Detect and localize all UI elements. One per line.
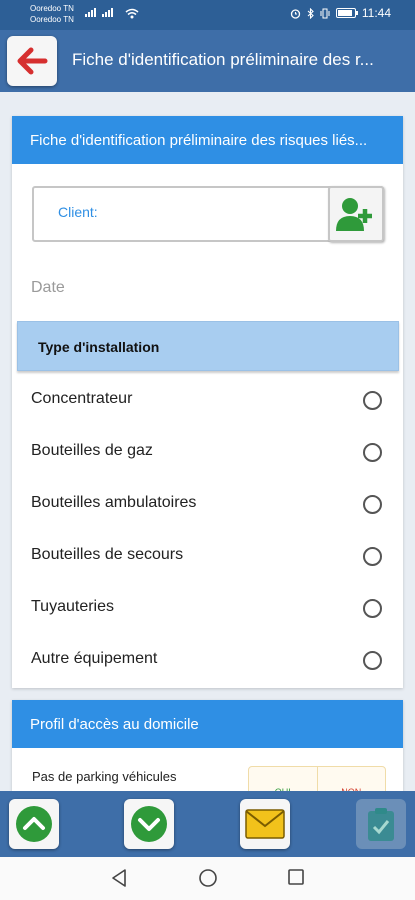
option-concentrateur[interactable]: Concentrateur (12, 376, 403, 428)
bluetooth-icon (307, 7, 314, 19)
carrier-names: Ooredoo TN Ooredoo TN (30, 3, 74, 25)
nav-recents-icon[interactable] (287, 868, 305, 886)
app-bar: Fiche d'identification préliminaire des … (0, 30, 415, 92)
bottom-toolbar (0, 791, 415, 857)
client-label: Client: (58, 204, 98, 220)
nav-home-icon[interactable] (198, 868, 218, 888)
option-autre-equipement[interactable]: Autre équipement (12, 636, 403, 688)
no-option[interactable]: NON (318, 767, 386, 791)
nav-back-icon[interactable] (110, 868, 128, 888)
validate-button[interactable] (356, 799, 406, 849)
arrow-left-icon (17, 47, 48, 75)
option-bouteilles-de-gaz[interactable]: Bouteilles de gaz (12, 428, 403, 480)
option-label: Bouteilles ambulatoires (31, 494, 197, 511)
alarm-icon (290, 8, 301, 19)
option-label: Bouteilles de gaz (31, 442, 153, 459)
radio-button[interactable] (363, 495, 382, 514)
date-field[interactable]: Date (31, 279, 65, 297)
chevron-down-icon (131, 806, 167, 842)
signal-icon (102, 8, 113, 17)
wifi-icon (125, 8, 139, 19)
send-mail-button[interactable] (240, 799, 290, 849)
form-card-header: Fiche d'identification préliminaire des … (12, 116, 403, 164)
client-field[interactable]: Client: (32, 186, 384, 242)
clipboard-check-icon (368, 808, 394, 841)
option-label: Autre équipement (31, 650, 158, 667)
add-client-button[interactable] (328, 186, 384, 242)
mail-icon (245, 809, 285, 839)
carrier-2: Ooredoo TN (30, 15, 74, 24)
question-label: Pas de parking véhicules (32, 769, 177, 784)
status-bar: Ooredoo TN Ooredoo TN 11:44 (0, 0, 415, 30)
clock: 11:44 (361, 6, 391, 20)
signal-icon (85, 8, 96, 17)
carrier-1: Ooredoo TN (30, 4, 74, 13)
vibrate-icon (320, 8, 330, 18)
yes-option[interactable]: OUI (249, 767, 318, 791)
option-label: Concentrateur (31, 390, 133, 407)
radio-button[interactable] (363, 651, 382, 670)
radio-button[interactable] (363, 547, 382, 566)
access-card: Profil d'accès au domicile Pas de parkin… (12, 700, 403, 791)
access-card-header: Profil d'accès au domicile (12, 700, 403, 748)
battery-icon (335, 8, 358, 18)
signal-icons (85, 8, 113, 17)
system-navigation-bar (0, 857, 415, 900)
option-label: Bouteilles de secours (31, 546, 184, 563)
option-bouteilles-ambulatoires[interactable]: Bouteilles ambulatoires (12, 480, 403, 532)
radio-button[interactable] (363, 443, 382, 462)
back-button[interactable] (7, 36, 57, 86)
scroll-up-button[interactable] (9, 799, 59, 849)
yes-no-toggle[interactable]: OUI NON (248, 766, 386, 791)
radio-button[interactable] (363, 599, 382, 618)
option-bouteilles-de-secours[interactable]: Bouteilles de secours (12, 532, 403, 584)
chevron-up-icon (16, 806, 52, 842)
installation-type-header: Type d'installation (17, 321, 399, 371)
option-tuyauteries[interactable]: Tuyauteries (12, 584, 403, 636)
option-label: Tuyauteries (31, 598, 114, 615)
form-card: Fiche d'identification préliminaire des … (12, 116, 403, 688)
add-user-icon (336, 198, 372, 231)
radio-button[interactable] (363, 391, 382, 410)
status-right: 11:44 (290, 6, 391, 20)
page-title: Fiche d'identification préliminaire des … (72, 50, 374, 69)
scroll-down-button[interactable] (124, 799, 174, 849)
